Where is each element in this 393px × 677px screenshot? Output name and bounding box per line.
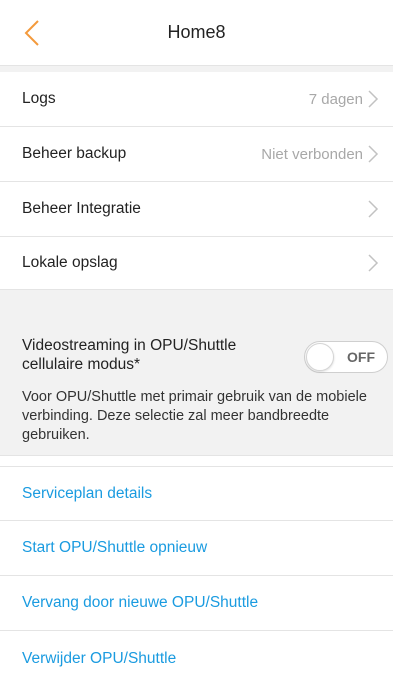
chevron-left-icon (24, 20, 39, 46)
chevron-right-icon (367, 89, 379, 109)
settings-row-integration[interactable]: Beheer Integratie (0, 182, 393, 237)
row-label: Lokale opslag (22, 254, 118, 271)
streaming-label: Videostreaming in OPU/Shuttle cellulaire… (22, 337, 237, 373)
replace-opu-link[interactable]: Vervang door nieuwe OPU/Shuttle (0, 576, 393, 631)
link-label: Serviceplan details (22, 484, 153, 502)
row-label: Beheer Integratie (22, 200, 141, 217)
streaming-section: Videostreaming in OPU/Shuttle cellulaire… (0, 320, 393, 456)
toggle-state: OFF (347, 349, 375, 365)
page-title: Home8 (167, 22, 226, 42)
streaming-toggle[interactable]: OFF (304, 341, 388, 373)
chevron-right-icon (367, 199, 379, 219)
chevron-right-icon (367, 253, 379, 273)
row-label: Beheer backup (22, 145, 127, 162)
row-value: 7 dagen (308, 90, 363, 108)
remove-opu-link[interactable]: Verwijder OPU/Shuttle (0, 631, 393, 677)
link-label: Vervang door nieuwe OPU/Shuttle (22, 594, 259, 611)
section-spacer (0, 290, 393, 320)
streaming-description: Voor OPU/Shuttle met primair gebruik van… (22, 389, 367, 443)
app-header: Home8 (0, 0, 393, 66)
back-button[interactable] (18, 18, 46, 48)
row-label: Logs (22, 90, 56, 107)
link-label: Verwijder OPU/Shuttle (22, 650, 177, 667)
toggle-knob (306, 343, 334, 371)
settings-row-backup[interactable]: Beheer backup Niet verbonden (0, 127, 393, 182)
settings-row-logs[interactable]: Logs 7 dagen (0, 72, 393, 127)
restart-opu-link[interactable]: Start OPU/Shuttle opnieuw (0, 521, 393, 576)
link-label: Start OPU/Shuttle opnieuw (22, 539, 208, 556)
settings-row-local-storage[interactable]: Lokale opslag (0, 237, 393, 290)
serviceplan-details-link[interactable]: Serviceplan details (0, 466, 393, 521)
row-value: Niet verbonden (261, 145, 363, 163)
chevron-right-icon (367, 144, 379, 164)
